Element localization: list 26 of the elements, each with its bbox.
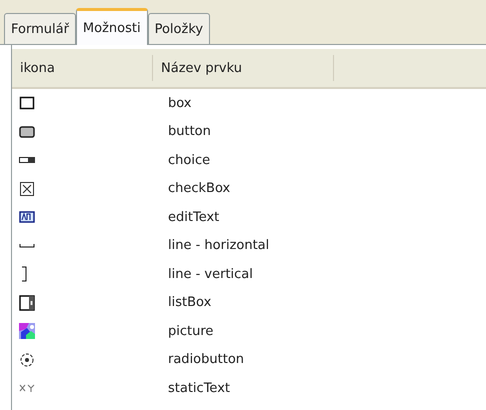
list-box-icon bbox=[19, 294, 35, 311]
vertical-line-icon bbox=[19, 266, 29, 282]
column-header[interactable]: Název prvku bbox=[153, 55, 334, 81]
element-name: editText bbox=[167, 210, 220, 225]
element-name: line - horizontal bbox=[167, 238, 270, 254]
static-text-icon bbox=[19, 383, 35, 394]
element-name: choice bbox=[167, 152, 210, 168]
horizontal-line-icon bbox=[19, 242, 35, 249]
element-name: checkBox bbox=[167, 181, 230, 196]
checkbox-icon bbox=[19, 180, 35, 197]
tab[interactable]: Položky bbox=[148, 13, 210, 44]
element-name: radiobutton bbox=[167, 352, 244, 368]
text-field-icon bbox=[19, 209, 35, 226]
element-name: line - vertical bbox=[167, 266, 253, 282]
tab[interactable]: Možnosti bbox=[76, 8, 148, 45]
tab[interactable]: Formulář bbox=[4, 13, 76, 44]
element-name: box bbox=[167, 96, 192, 111]
element-name: picture bbox=[167, 324, 214, 339]
box-icon bbox=[19, 95, 35, 112]
picture-icon bbox=[19, 323, 35, 340]
element-name: button bbox=[167, 124, 211, 140]
element-name: staticText bbox=[167, 380, 230, 396]
column-header[interactable]: ikona bbox=[12, 55, 153, 81]
element-name: listBox bbox=[167, 295, 212, 310]
radio-button-icon bbox=[19, 352, 35, 368]
button-icon bbox=[19, 124, 35, 140]
